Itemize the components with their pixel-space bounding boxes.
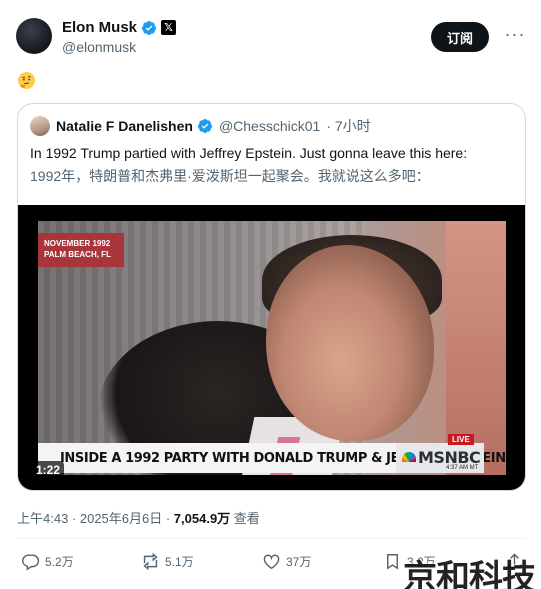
live-badge: LIVE xyxy=(448,434,474,445)
heart-icon xyxy=(263,554,280,570)
view-count: 7,054.9万 xyxy=(173,511,231,526)
thinking-face-icon xyxy=(17,71,36,90)
quoted-handle[interactable]: @Chesschick01 xyxy=(219,118,320,134)
post-meta: 上午4:43 · 2025年6月6日 · 7,054.9万 查看 xyxy=(17,508,260,527)
repost-button[interactable]: 5.1万 xyxy=(141,552,194,571)
reply-button[interactable]: 5.2万 xyxy=(21,552,74,571)
quoted-post-text: In 1992 Trump partied with Jeffrey Epste… xyxy=(30,145,468,161)
video-player[interactable]: NOVEMBER 1992 PALM BEACH, FL INSIDE A 19… xyxy=(18,205,525,490)
verified-badge-icon xyxy=(197,119,212,133)
like-button[interactable]: 37万 xyxy=(262,552,311,571)
quoted-post-header: Natalie F Danelishen @Chesschick01 · 7小时 xyxy=(30,116,371,136)
author-handle[interactable]: @elonmusk xyxy=(62,39,136,55)
reply-icon xyxy=(22,554,40,571)
divider xyxy=(17,538,526,539)
repost-count: 5.1万 xyxy=(165,555,194,569)
subscribe-button[interactable]: 订阅 xyxy=(430,22,489,52)
quoted-timestamp[interactable]: · 7小时 xyxy=(326,116,370,136)
bookmark-icon xyxy=(387,554,398,570)
quoted-display-name[interactable]: Natalie F Danelishen xyxy=(56,118,193,134)
date-line: NOVEMBER 1992 xyxy=(44,239,111,248)
more-options-icon[interactable]: ··· xyxy=(503,24,527,48)
video-duration: 1:22 xyxy=(32,461,65,479)
watermark: 京和科技 xyxy=(403,558,536,589)
date-location-badge: NOVEMBER 1992 PALM BEACH, FL xyxy=(38,233,124,267)
quoted-post-translation: 1992年，特朗普和杰弗里·爱泼斯坦一起聚会。我就说这么多吧： xyxy=(30,168,430,184)
author-name-row: Elon Musk 𝕏 xyxy=(62,19,177,36)
post-header: Elon Musk 𝕏 @elonmusk 订阅 ··· xyxy=(16,18,527,58)
repost-icon xyxy=(143,552,158,571)
post-timestamp[interactable]: 上午4:43 · 2025年6月6日 · xyxy=(17,511,174,526)
quoted-avatar[interactable] xyxy=(30,116,50,136)
x-affiliation-icon: 𝕏 xyxy=(161,20,177,35)
verified-badge-icon xyxy=(142,20,157,35)
reply-count: 5.2万 xyxy=(45,555,74,569)
broadcast-clock: 4:37 AM MT xyxy=(446,465,479,471)
author-display-name[interactable]: Elon Musk xyxy=(62,19,137,36)
peacock-icon xyxy=(402,452,416,462)
lower-third-caption: INSIDE A 1992 PARTY WITH DONALD TRUMP & … xyxy=(38,443,506,473)
views-label: 查看 xyxy=(230,511,260,526)
location-line: PALM BEACH, FL xyxy=(44,250,111,259)
avatar[interactable] xyxy=(16,18,52,54)
like-count: 37万 xyxy=(286,555,312,569)
face xyxy=(266,245,434,441)
video-frame: NOVEMBER 1992 PALM BEACH, FL INSIDE A 19… xyxy=(38,221,506,475)
quoted-post[interactable]: Natalie F Danelishen @Chesschick01 · 7小时… xyxy=(17,103,526,491)
